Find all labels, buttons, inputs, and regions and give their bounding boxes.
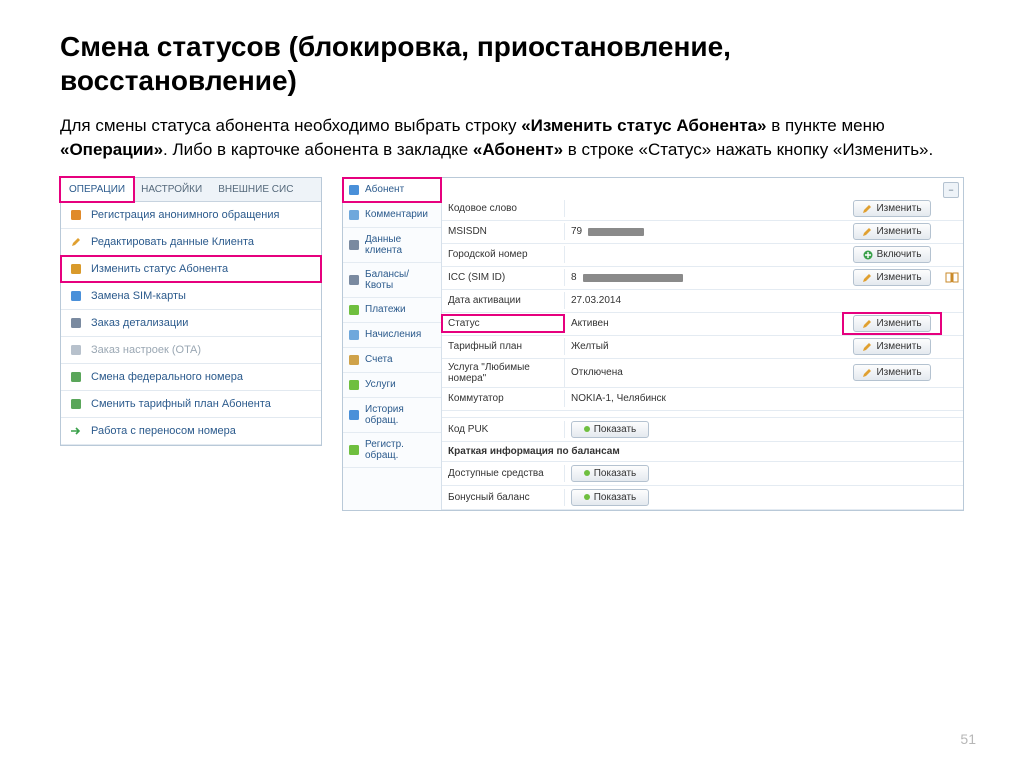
show-puk-button[interactable]: Показать [571,421,649,438]
status-icon [69,262,83,276]
pencil-icon [862,204,872,214]
row-3: ICC (SIM ID)8Изменить [442,267,963,290]
tab-external[interactable]: ВНЕШНИЕ СИС [210,178,301,201]
ops-item-4[interactable]: Заказ детализации [61,310,321,337]
acct-icon [348,354,360,366]
side-item-balance[interactable]: Балансы/Квоты [343,263,441,298]
balances-header: Краткая информация по балансам [442,442,963,462]
ota-icon [69,343,83,357]
pencil-icon [862,319,872,329]
dot-icon [584,494,590,500]
ops-item-5[interactable]: Заказ настроек (OTA) [61,337,321,364]
row-6: Тарифный планЖелтыйИзменить [442,336,963,359]
ops-item-1[interactable]: Редактировать данные Клиента [61,229,321,256]
side-item-pay[interactable]: Платежи [343,298,441,323]
card-sidebar: АбонентКомментарииДанные клиентаБалансы/… [343,178,442,510]
pay-icon [348,304,360,316]
ops-item-8[interactable]: Работа с переносом номера [61,418,321,445]
side-item-svc[interactable]: Услуги [343,373,441,398]
card-grid: − Кодовое словоИзменитьMSISDN79ИзменитьГ… [442,178,963,510]
row-7-button[interactable]: Изменить [853,364,931,381]
tab-settings[interactable]: НАСТРОЙКИ [133,178,210,201]
masked-value [583,274,683,282]
operations-tabs: ОПЕРАЦИИ НАСТРОЙКИ ВНЕШНИЕ СИС [61,178,321,202]
accr-icon [348,329,360,341]
row-1: MSISDN79Изменить [442,221,963,244]
masked-value [588,228,644,236]
row-3-button[interactable]: Изменить [853,269,931,286]
row-8: КоммутаторNOKIA-1, Челябинск [442,388,963,411]
ops-item-2[interactable]: Изменить статус Абонента [61,256,321,283]
subscriber-card: АбонентКомментарииДанные клиентаБалансы/… [342,177,964,511]
show-balance-1-button[interactable]: Показать [571,489,649,506]
page-title: Смена статусов (блокировка, приостановле… [60,30,964,97]
comment-icon [348,209,360,221]
ops-item-6[interactable]: Смена федерального номера [61,364,321,391]
pencil-icon [69,235,83,249]
sim-icon [69,289,83,303]
row-5: СтатусАктивенИзменить [442,313,963,336]
row-2: Городской номерВключить [442,244,963,267]
side-item-comment[interactable]: Комментарии [343,203,441,228]
abon-icon [348,184,360,196]
row-5-button[interactable]: Изменить [853,315,931,332]
bal-row-0: Доступные средстваПоказать [442,462,963,486]
side-item-client[interactable]: Данные клиента [343,228,441,263]
phone-icon [69,370,83,384]
ops-item-3[interactable]: Замена SIM-карты [61,283,321,310]
row-1-button[interactable]: Изменить [853,223,931,240]
row-2-button[interactable]: Включить [853,246,931,263]
show-balance-0-button[interactable]: Показать [571,465,649,482]
side-item-reg[interactable]: Регистр. обращ. [343,433,441,468]
pencil-icon [862,342,872,352]
description: Для смены статуса абонента необходимо вы… [60,114,964,162]
svc-icon [348,379,360,391]
hist-icon [348,409,360,421]
reg-icon [348,444,360,456]
book-icon[interactable] [945,272,959,284]
page-number: 51 [960,731,976,747]
row-0: Кодовое словоИзменить [442,198,963,221]
operations-panel: ОПЕРАЦИИ НАСТРОЙКИ ВНЕШНИЕ СИС Регистрац… [60,177,322,446]
detail-icon [69,316,83,330]
collapse-icon[interactable]: − [943,182,959,198]
side-item-accr[interactable]: Начисления [343,323,441,348]
dot-icon [584,470,590,476]
side-item-acct[interactable]: Счета [343,348,441,373]
ops-item-0[interactable]: Регистрация анонимного обращения [61,202,321,229]
pencil-icon [862,227,872,237]
row-4: Дата активации27.03.2014 [442,290,963,313]
ops-item-7[interactable]: Сменить тарифный план Абонента [61,391,321,418]
side-item-hist[interactable]: История обращ. [343,398,441,433]
client-icon [348,239,360,251]
pencil-icon [862,368,872,378]
row-6-button[interactable]: Изменить [853,338,931,355]
tab-operations[interactable]: ОПЕРАЦИИ [59,176,135,203]
plus-icon [863,250,873,260]
row-7: Услуга "Любимые номера"ОтключенаИзменить [442,359,963,388]
tariff-icon [69,397,83,411]
row-0-button[interactable]: Изменить [853,200,931,217]
transfer-icon [69,424,83,438]
row-puk: Код PUK Показать [442,418,963,442]
balance-icon [348,274,360,286]
bal-row-1: Бонусный балансПоказать [442,486,963,510]
pencil-icon [862,273,872,283]
dot-icon [584,426,590,432]
side-item-abon[interactable]: Абонент [343,178,441,203]
user-icon [69,208,83,222]
